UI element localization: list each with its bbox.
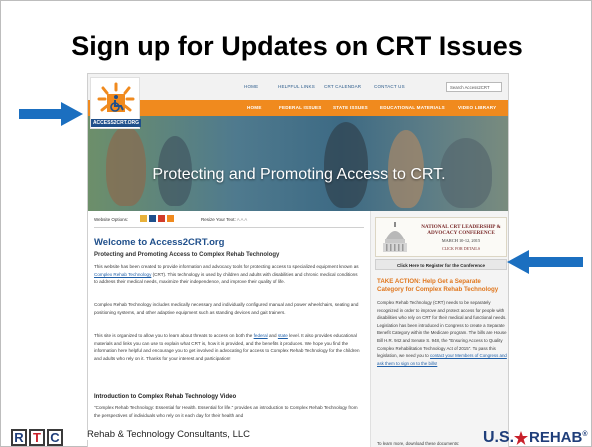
nav-educational-materials[interactable]: EDUCATIONAL MATERIALS [380,105,445,110]
util-link-helpful-links[interactable]: HELPFUL LINKS [278,84,315,89]
website-screenshot: HOME HELPFUL LINKS CRT CALENDAR CONTACT … [87,73,509,447]
take-action-heading: TAKE ACTION: Help Get a Separate Categor… [377,278,499,293]
nav-federal-issues[interactable]: FEDERAL ISSUES [279,105,322,110]
register-conference-button[interactable]: Click Here to Register for the Conferenc… [375,259,507,270]
divider [94,227,364,228]
util-link-contact-us[interactable]: CONTACT US [374,84,405,89]
conference-date: MARCH 10-12, 2015 [441,238,481,243]
rtc-letter-r: R [11,429,27,446]
video-paragraph: "Complex Rehab Technology: Essential for… [94,405,358,418]
conference-banner[interactable]: NATIONAL CRT LEADERSHIP & ADVOCACY CONFE… [375,217,507,257]
conference-title: NATIONAL CRT LEADERSHIP & ADVOCACY CONFE… [421,224,501,236]
rehab-logo-text: REHAB® [529,429,588,446]
resize-text-buttons[interactable]: A A A [237,217,248,222]
crt-link[interactable]: Complex Rehab Technology [94,272,151,277]
main-content: Website Options: Resize Your Text: A A A… [88,211,370,447]
conference-details-link[interactable]: CLICK FOR DETAILS [416,246,506,251]
hero-person-figure [324,122,368,208]
hero-banner: Protecting and Promoting Access to CRT. [88,116,508,211]
utility-bar: HOME HELPFUL LINKS CRT CALENDAR CONTACT … [88,74,508,100]
video-heading: Introduction to Complex Rehab Technology… [94,394,237,400]
federal-link[interactable]: federal [254,333,268,338]
slide-title: Sign up for Updates on CRT Issues [71,31,523,61]
resize-text-label: Resize Your Text: A A A [201,217,248,222]
rtc-company-name: Rehab & Technology Consultants, LLC [85,429,253,440]
crt-description-paragraph: Complex Rehab Technology includes medica… [94,302,359,315]
arrow-left-icon [507,250,583,274]
search-input[interactable]: Search Access2CRT [446,82,502,92]
util-link-home[interactable]: HOME [244,84,258,89]
slide: Sign up for Updates on CRT Issues HOME H… [0,0,592,447]
theme-yellow-button[interactable] [140,215,147,222]
arrow-right-icon [19,102,83,126]
nav-home[interactable]: HOME [247,105,262,110]
hero-text: Protecting and Promoting Access to CRT. [152,166,446,183]
take-action-paragraph: Complex Rehab Technology (CRT) needs to … [377,300,507,366]
star-icon [514,431,528,445]
page-subtitle: Protecting and Promoting Access to Compl… [94,252,280,258]
theme-red-button[interactable] [158,215,165,222]
main-nav: HOME FEDERAL ISSUES STATE ISSUES EDUCATI… [88,100,508,116]
website-options-label: Website Options: [94,217,129,222]
us-rehab-text: U.S. [483,429,515,446]
capitol-dome-icon [383,222,407,252]
site-logo[interactable]: ACCESS2CRT.ORG [90,77,141,129]
logo-text: ACCESS2CRT.ORG [91,119,141,127]
util-link-crt-calendar[interactable]: CRT CALENDAR [324,84,361,89]
sidebar: NATIONAL CRT LEADERSHIP & ADVOCACY CONFE… [370,211,508,447]
learn-more-text: To learn more, download these documents: [377,441,460,446]
rtc-letter-c: C [47,429,63,446]
nav-state-issues[interactable]: STATE ISSUES [333,105,368,110]
page-title: Welcome to Access2CRT.org [94,237,225,248]
intro-paragraph: This website has been created to provide… [94,264,359,285]
site-organization-paragraph: This site is organized to allow you to l… [94,333,360,361]
rtc-letter-t: T [29,429,45,446]
wheelchair-sun-icon [97,82,135,112]
theme-orange-button[interactable] [167,215,174,222]
theme-blue-button[interactable] [149,215,156,222]
nav-video-library[interactable]: VIDEO LIBRARY [458,105,496,110]
state-link[interactable]: state [278,333,288,338]
